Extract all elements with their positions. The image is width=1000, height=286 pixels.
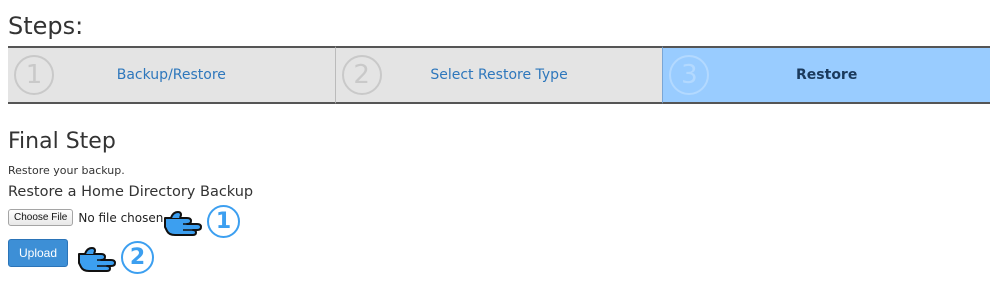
pointing-hand-icon <box>164 210 202 236</box>
home-directory-backup-title: Restore a Home Directory Backup <box>8 184 254 200</box>
annotation-1: 1 <box>163 205 240 238</box>
step-select-restore-type[interactable]: 2 Select Restore Type <box>334 46 663 104</box>
step-restore: 3 Restore <box>662 46 991 104</box>
pointing-hand-icon <box>78 246 116 272</box>
file-status-text: No file chosen <box>78 210 164 225</box>
choose-file-button[interactable]: Choose File <box>8 209 74 226</box>
steps-heading: Steps: <box>8 12 84 40</box>
annotation-number-1: 1 <box>207 205 240 238</box>
step-backup-restore[interactable]: 1 Backup/Restore <box>8 46 335 104</box>
step-label-select-restore-type[interactable]: Select Restore Type <box>430 67 567 83</box>
steps-progress-bar: 1 Backup/Restore 2 Select Restore Type 3… <box>8 46 991 104</box>
upload-button[interactable]: Upload <box>8 239 68 267</box>
annotation-number-2: 2 <box>121 241 154 274</box>
file-input-row: Choose File No file chosen <box>8 209 163 226</box>
final-step-description: Restore your backup. <box>8 164 125 177</box>
step-number-1: 1 <box>14 55 54 95</box>
step-number-3: 3 <box>669 55 710 95</box>
final-step-title: Final Step <box>8 129 116 154</box>
step-number-2: 2 <box>341 55 382 95</box>
step-label-restore: Restore <box>796 67 858 83</box>
step-label-backup-restore[interactable]: Backup/Restore <box>117 67 226 83</box>
annotation-2: 2 <box>77 241 154 274</box>
